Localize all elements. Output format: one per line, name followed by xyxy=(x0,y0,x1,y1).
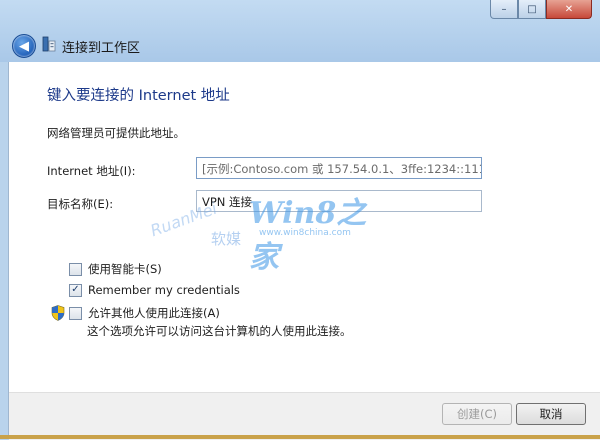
page-subtitle: 网络管理员可提供此地址。 xyxy=(47,126,185,140)
dialog-footer: 创建(C) 取消 xyxy=(9,392,600,440)
allow-others-checkbox[interactable] xyxy=(69,306,82,320)
back-arrow-icon: ◀ xyxy=(19,38,29,54)
back-button[interactable]: ◀ xyxy=(12,34,36,58)
internet-address-label: Internet 地址(I): xyxy=(47,164,136,178)
uac-shield-icon xyxy=(51,305,65,321)
cancel-button[interactable]: 取消 xyxy=(516,403,586,425)
minimize-button[interactable]: – xyxy=(490,0,518,19)
allow-others-note: 这个选项允许可以访问这台计算机的人使用此连接。 xyxy=(87,324,352,338)
destination-name-input[interactable]: VPN 连接 xyxy=(196,190,482,212)
remember-credentials-checkbox[interactable]: ✓ xyxy=(69,283,82,297)
smart-card-option[interactable]: 使用智能卡(S) xyxy=(69,261,162,277)
maximize-button[interactable]: □ xyxy=(518,0,546,19)
internet-address-input[interactable]: [示例:Contoso.com 或 157.54.0.1、3ffe:1234::… xyxy=(196,157,482,179)
remember-credentials-option[interactable]: ✓ Remember my credentials xyxy=(69,283,240,297)
window-title: 连接到工作区 xyxy=(62,41,141,56)
title-bar: – □ ✕ ◀ 连接到工作区 xyxy=(0,0,600,62)
allow-others-label: 允许其他人使用此连接(A) xyxy=(88,306,220,320)
window-controls: – □ ✕ xyxy=(490,0,592,19)
vpn-network-icon xyxy=(42,36,56,52)
watermark-url: www.win8china.com xyxy=(259,228,351,238)
taskbar-edge xyxy=(0,435,600,439)
close-button[interactable]: ✕ xyxy=(546,0,592,19)
create-button[interactable]: 创建(C) xyxy=(442,403,512,425)
dialog-content: 键入要连接的 Internet 地址 网络管理员可提供此地址。 Internet… xyxy=(8,62,600,440)
watermark-cn-text: 软媒 xyxy=(211,230,242,248)
destination-name-label: 目标名称(E): xyxy=(47,197,114,211)
smart-card-label: 使用智能卡(S) xyxy=(88,262,162,276)
page-heading: 键入要连接的 Internet 地址 xyxy=(47,88,230,104)
remember-credentials-label: Remember my credentials xyxy=(88,283,240,297)
allow-others-option[interactable]: 允许其他人使用此连接(A) xyxy=(69,305,220,321)
smart-card-checkbox[interactable] xyxy=(69,262,82,276)
